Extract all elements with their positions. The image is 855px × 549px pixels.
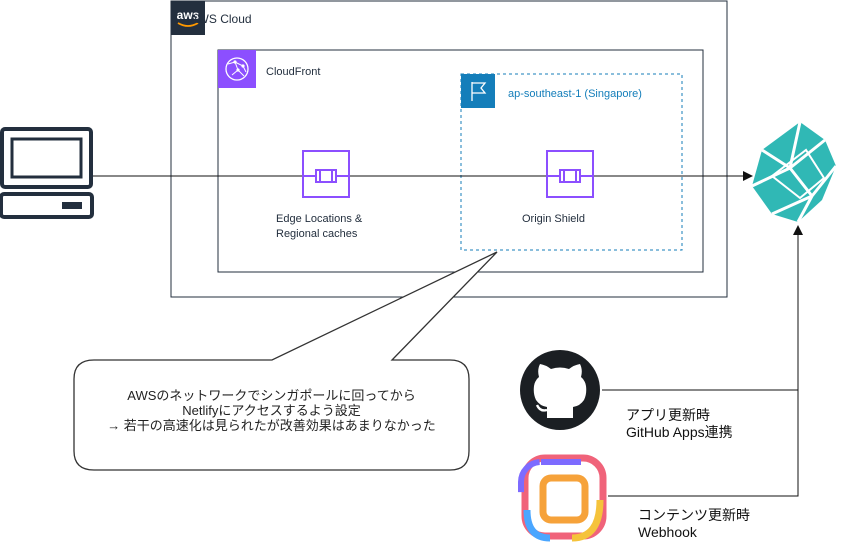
callout-line: AWSのネットワークでシンガポールに回ってから — [127, 388, 416, 403]
region-title: ap-southeast-1 (Singapore) — [508, 88, 642, 100]
cloudfront-title: CloudFront — [266, 66, 321, 78]
edge-location-icon — [302, 150, 350, 198]
aws-cloud-title: AWS Cloud — [190, 12, 252, 26]
github-note-line2: GitHub Apps連携 — [626, 424, 733, 440]
netlify-inbound-arrowhead — [793, 225, 803, 235]
cms-note-line2: Webhook — [638, 524, 697, 540]
netlify-logo-icon — [751, 121, 838, 223]
github-netlify-connector — [602, 234, 799, 391]
callout-bubble — [73, 251, 498, 471]
origin-shield-label: Origin Shield — [522, 213, 585, 225]
github-note: アプリ更新時 GitHub Apps連携 — [626, 407, 733, 441]
cms-netlify-connector — [608, 390, 799, 497]
region-flag-icon — [461, 74, 495, 108]
laptop-icon — [0, 127, 94, 219]
github-logo-icon — [520, 350, 600, 430]
cms-logo-icon — [518, 454, 607, 543]
cms-note: コンテンツ更新時 Webhook — [638, 507, 750, 541]
cloudfront-icon — [218, 50, 256, 88]
github-note-line1: アプリ更新時 — [626, 407, 710, 423]
edge-locations-label: Edge Locations & Regional caches — [276, 212, 396, 242]
cms-note-line1: コンテンツ更新時 — [638, 507, 750, 523]
callout-line: → 若干の高速化は見られたが改善効果はあまりなかった — [107, 418, 436, 433]
aws-cloud-group — [170, 0, 728, 298]
architecture-diagram: aws — [0, 0, 838, 543]
edge-label-line2: Regional caches — [276, 228, 358, 240]
callout-text: AWSのネットワークでシンガポールに回ってから Netlifyにアクセスするよう… — [74, 388, 469, 433]
origin-shield-icon — [546, 150, 594, 198]
edge-label-line1: Edge Locations & — [276, 213, 363, 225]
callout-line: Netlifyにアクセスするよう設定 — [182, 403, 361, 418]
traffic-arrowhead — [743, 171, 753, 181]
